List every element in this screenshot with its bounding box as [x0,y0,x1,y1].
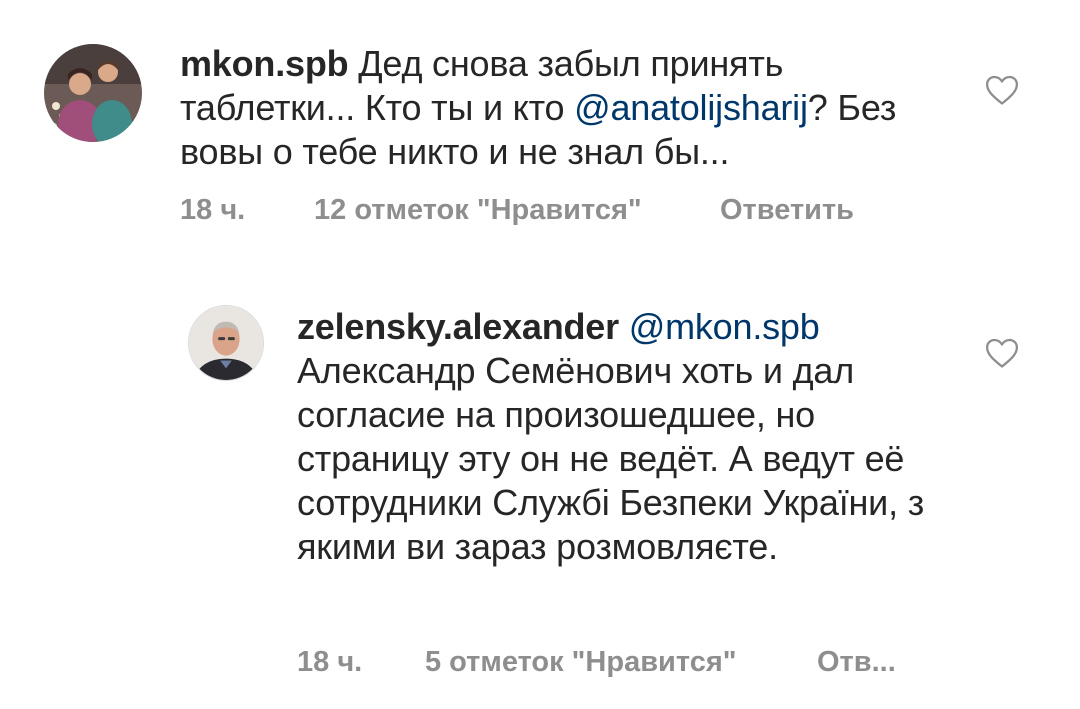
heart-outline-icon[interactable] [985,337,1019,369]
comment-text: mkon.spb Дед снова забыл принять таблетк… [180,42,940,174]
reply-mention[interactable]: @mkon.spb [629,306,820,347]
avatar[interactable] [44,44,142,142]
heart-outline-icon[interactable] [985,74,1019,106]
comment-time: 18 ч. [180,194,246,226]
reply-button[interactable]: Отв... [817,646,896,679]
reply-button[interactable]: Ответить [720,194,854,227]
comment-likes[interactable]: 12 отметок "Нравится" [314,194,642,227]
reply-meta: 18 ч. 5 отметок "Нравится" Отв... [297,646,917,682]
comment-item: mkon.spb Дед снова забыл принять таблетк… [0,0,1080,260]
avatar-photo-man [189,306,263,380]
reply-comment-item: zelensky.alexander @mkon.spb Александр С… [0,260,1080,709]
reply-time: 18 ч. [297,646,363,678]
comment-meta: 18 ч. 12 отметок "Нравится" Ответить [180,194,940,230]
comment-username[interactable]: mkon.spb [180,43,349,84]
avatar-photo-couple [44,44,142,142]
reply-username[interactable]: zelensky.alexander [297,306,619,347]
comment-mention[interactable]: @anatolijsharij [574,87,808,128]
avatar[interactable] [188,305,264,381]
reply-text: zelensky.alexander @mkon.spb Александр С… [297,305,947,569]
reply-likes[interactable]: 5 отметок "Нравится" [425,646,737,679]
reply-body: Александр Семёнович хоть и дал согласие … [297,350,925,567]
